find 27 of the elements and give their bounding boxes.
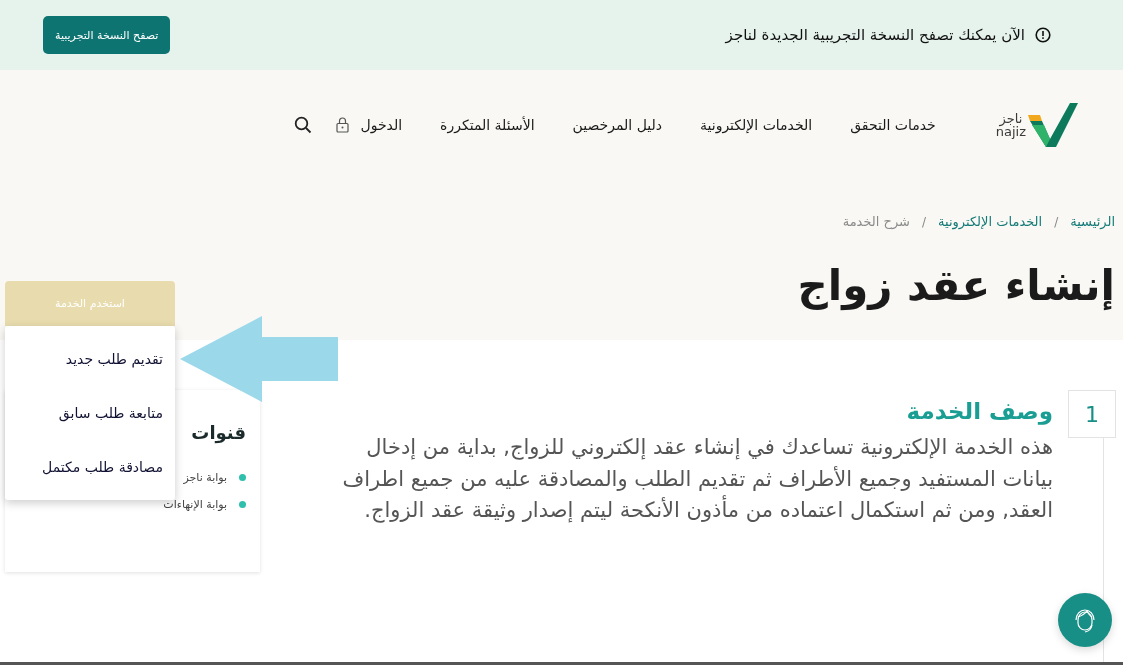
nav-link[interactable]: الأسئلة المتكررة: [440, 117, 535, 133]
section-title: وصف الخدمة: [905, 398, 1053, 424]
nav-link[interactable]: الخدمات الإلكترونية: [700, 117, 813, 133]
breadcrumb-separator: /: [922, 214, 927, 229]
channel-link[interactable]: بوابة ناجز: [183, 471, 227, 484]
bullet-dot: [239, 501, 246, 508]
card-title: قنوات: [190, 422, 246, 443]
menu-item[interactable]: متابعة طلب سابق: [5, 386, 175, 440]
breadcrumb-link[interactable]: الخدمات الإلكترونية: [938, 214, 1043, 229]
breadcrumb-separator: /: [1054, 214, 1059, 229]
search-icon[interactable]: [293, 116, 312, 134]
page-title: إنشاء عقد زواج: [797, 261, 1115, 310]
support-chat-button[interactable]: [1058, 593, 1112, 647]
breadcrumb-link[interactable]: الرئيسية: [1070, 214, 1115, 229]
nav-link[interactable]: دليل المرخصين: [572, 117, 662, 133]
login-link[interactable]: الدخول: [360, 117, 403, 133]
lock-icon: [335, 117, 349, 133]
banner-message: الآن يمكنك تصفح النسخة التجريبية الجديدة لناجز: [725, 26, 1025, 44]
info-icon: [1035, 27, 1051, 43]
bullet-dot: [239, 474, 246, 481]
menu-item[interactable]: مصادقة طلب مكتمل: [5, 440, 175, 494]
menu-item[interactable]: تقديم طلب جديد: [5, 332, 175, 386]
step-number: 1: [1068, 390, 1116, 438]
beta-button[interactable]: تصفح النسخة التجريبية: [43, 16, 171, 54]
nav-link[interactable]: خدمات التحقق: [850, 117, 936, 133]
section-description: هذه الخدمة الإلكترونية تساعدك في إنشاء عقد إلكتروني للزواج, بداية من إدخال بيانات المستفيد وجميع الأطراف ثم تقديم الطلب والمصادقة عليه من جميع اطراف العقد, ومن ثم استكمال اعتماده من مأذون الأنكحة ليتم إصدار وثيقة عقد الزواج.: [341, 434, 1053, 525]
channel-link[interactable]: بوابة الإنهاءات: [163, 498, 227, 511]
